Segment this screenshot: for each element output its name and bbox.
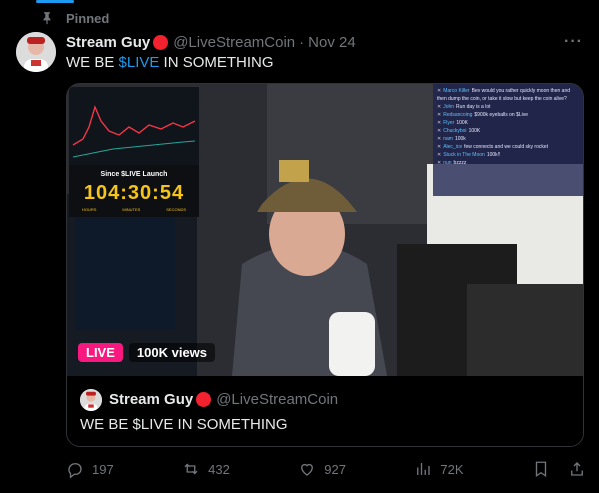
tweet-header: Stream Guy @LiveStreamCoin · Nov 24 ··· [66, 31, 583, 53]
chat-line: ✕ nam 100k [437, 136, 466, 142]
chat-line: ✕ Stuck in The Moon 100k!! [437, 152, 501, 158]
pinned-label: Pinned [40, 10, 109, 26]
chat-line: ✕ Chuckyboi 100K [437, 128, 481, 134]
timer-unit: HOURS [81, 207, 97, 212]
chat-line: ✕ Redsancoing $900k eyeballs on $Live [437, 112, 529, 118]
like-button[interactable]: 927 [298, 460, 346, 478]
tweet-date[interactable]: Nov 24 [308, 34, 356, 51]
reply-count: 197 [92, 461, 114, 477]
quoted-header: Stream Guy @LiveStreamCoin [109, 391, 338, 408]
view-count: 100K views [128, 343, 216, 362]
right-actions [532, 460, 586, 478]
repost-icon [184, 463, 198, 475]
quoted-avatar[interactable] [80, 389, 102, 411]
pin-icon [43, 12, 51, 25]
since-label: Since $LIVE Launch [100, 171, 168, 178]
tweet-text: WE BE $LIVE IN SOMETHING [66, 53, 274, 73]
stream-overlay-panel: Since $LIVE Launch 104:30:54 HOURS MINUT… [69, 87, 199, 217]
chat-line: ✕ Marco Killer Bev would you rather quickl… [437, 88, 571, 102]
views-count: 72K [440, 461, 464, 477]
countdown-timer: 104:30:54 [83, 182, 185, 204]
avatar[interactable] [16, 32, 56, 72]
chat-line: ✕ nun bzzzz [437, 160, 467, 166]
chat-line: ✕ John Run day is a lot [437, 104, 491, 110]
stream-chat-overlay: ✕ Marco Killer Bev would you rather quickl… [433, 84, 583, 196]
views-button[interactable]: 72K [414, 460, 464, 478]
more-options-icon[interactable]: ··· [564, 33, 583, 51]
tweet-actions: 197 432 927 72K [66, 459, 586, 479]
separator-dot: · [299, 33, 305, 51]
share-icon[interactable] [568, 460, 586, 478]
quoted-tweet[interactable]: Stream Guy @LiveStreamCoin WE BE $LIVE I… [67, 376, 583, 446]
timer-unit: MINUTES [122, 207, 141, 212]
tab-indicator [0, 0, 100, 4]
heart-icon [301, 463, 314, 476]
timer-unit: SECONDS [166, 207, 187, 212]
repost-button[interactable]: 432 [182, 460, 230, 478]
reply-button[interactable]: 197 [66, 460, 114, 478]
verified-badge [153, 34, 169, 50]
repost-count: 432 [208, 461, 230, 477]
pinned-text: Pinned [66, 10, 110, 26]
cashtag-link[interactable]: $LIVE [119, 54, 160, 71]
price-chart-thumbnail [69, 87, 199, 165]
quoted-tweet-text: WE BE $LIVE IN SOMETHING [80, 416, 288, 433]
chat-line: ✕ Flyer 100K [437, 120, 469, 126]
tweet-text-suffix: IN SOMETHING [159, 54, 274, 71]
timer-units: HOURS MINUTES SECONDS [69, 207, 199, 212]
bookmark-icon[interactable] [532, 460, 550, 478]
author-name[interactable]: Stream Guy [66, 34, 150, 51]
like-count: 927 [324, 461, 346, 477]
live-badge: LIVE [78, 343, 123, 362]
live-indicator: LIVE 100K views [78, 343, 216, 362]
tweet-text-prefix: WE BE [66, 54, 119, 71]
author-handle[interactable]: @LiveStreamCoin [173, 34, 295, 51]
chat-line: ✕ Alec_ice few connects and we could sky r… [437, 144, 549, 150]
live-video[interactable]: Since $LIVE Launch 104:30:54 HOURS MINUT… [67, 84, 583, 376]
media-card[interactable]: Since $LIVE Launch 104:30:54 HOURS MINUT… [66, 83, 584, 447]
views-icon [417, 463, 431, 475]
reply-icon [68, 463, 82, 478]
verified-badge [196, 392, 212, 407]
quoted-author-handle[interactable]: @LiveStreamCoin [216, 391, 338, 408]
quoted-author-name[interactable]: Stream Guy [109, 391, 193, 408]
